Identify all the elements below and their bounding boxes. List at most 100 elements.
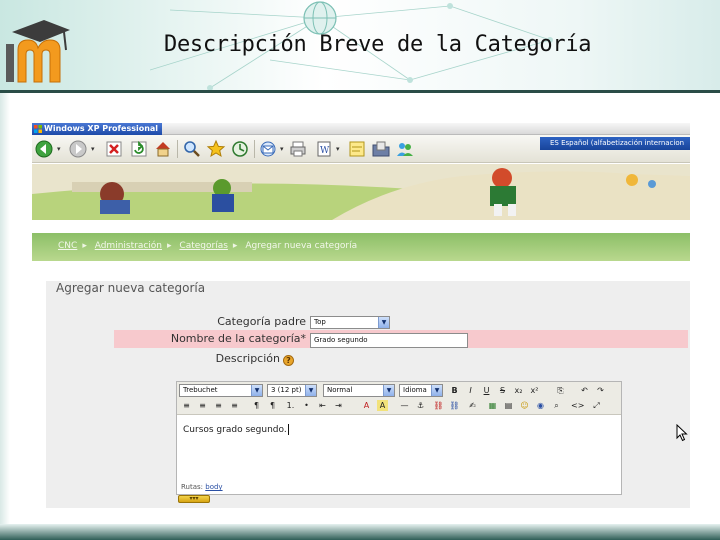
print-icon[interactable] bbox=[288, 139, 308, 159]
font-family-value: Trebuchet bbox=[183, 386, 218, 394]
folder-icon[interactable] bbox=[371, 139, 391, 159]
editor-path-label: Rutas: bbox=[181, 483, 204, 491]
windows-icon bbox=[34, 125, 42, 133]
special-char-button[interactable]: ◉ bbox=[535, 400, 546, 411]
outdent-button[interactable]: ⇤ bbox=[317, 400, 328, 411]
editor-path: Rutas: body bbox=[181, 483, 223, 491]
search-icon[interactable] bbox=[182, 139, 202, 159]
find-replace-button[interactable]: ⌕ bbox=[551, 400, 562, 411]
header-rule bbox=[0, 90, 720, 93]
redo-button[interactable]: ↷ bbox=[595, 385, 606, 396]
form-heading: Agregar nueva categoría bbox=[56, 281, 206, 295]
rtl-button[interactable]: ¶ bbox=[267, 400, 278, 411]
indent-button[interactable]: ⇥ bbox=[333, 400, 344, 411]
edit-icon[interactable]: W bbox=[314, 139, 334, 159]
mouse-pointer-icon bbox=[676, 424, 688, 442]
category-name-label: Nombre de la categoría* bbox=[170, 332, 306, 345]
editor-resize-handle[interactable]: ▾▾▾ bbox=[178, 495, 210, 503]
moodle-logo bbox=[6, 20, 70, 83]
justify-button[interactable]: ≡ bbox=[229, 400, 240, 411]
align-left-button[interactable]: ≡ bbox=[181, 400, 192, 411]
ltr-button[interactable]: ¶ bbox=[251, 400, 262, 411]
vm-tab[interactable]: Windows XP Professional (2) bbox=[32, 123, 162, 145]
browser-screenshot: Windows XP Professional (2) ▾ ▾ bbox=[32, 123, 690, 508]
browser-toolbar: ▾ ▾ ▾ W ▾ ES Español (alfabetización int… bbox=[32, 135, 690, 163]
edit-dropdown-icon[interactable]: ▾ bbox=[336, 146, 342, 153]
chevron-down-icon: ▼ bbox=[383, 385, 394, 396]
site-banner-illustration bbox=[32, 164, 690, 220]
underline-button[interactable]: U bbox=[481, 385, 492, 396]
chevron-down-icon: ▼ bbox=[431, 385, 442, 396]
toolbar-separator bbox=[254, 140, 255, 158]
favorites-icon[interactable] bbox=[206, 139, 226, 159]
editor-content-text: Cursos grado segundo. bbox=[183, 425, 287, 435]
insert-link-button[interactable]: ⛓ bbox=[433, 400, 444, 411]
unlink-button[interactable]: ⛓ bbox=[449, 400, 460, 411]
horizontal-rule-button[interactable]: — bbox=[399, 400, 410, 411]
back-icon[interactable] bbox=[34, 139, 54, 159]
svg-text:W: W bbox=[320, 146, 330, 156]
undo-button[interactable]: ↶ bbox=[579, 385, 590, 396]
messenger-icon[interactable] bbox=[395, 139, 415, 159]
forward-icon[interactable] bbox=[68, 139, 88, 159]
paragraph-style-select[interactable]: Normal ▼ bbox=[323, 384, 395, 397]
clean-word-button[interactable]: ⎘ bbox=[555, 385, 566, 396]
forward-dropdown-icon[interactable]: ▾ bbox=[91, 146, 97, 153]
toolbar-separator bbox=[177, 140, 178, 158]
slide-title: Descripción Breve de la Categoría bbox=[164, 32, 592, 57]
discuss-icon[interactable] bbox=[347, 139, 367, 159]
breadcrumb-item-home[interactable]: CNC bbox=[58, 241, 77, 251]
parent-category-select[interactable]: Top ▼ bbox=[310, 316, 390, 329]
editor-toolbar: Trebuchet ▼ 3 (12 pt) ▼ Normal ▼ Idioma … bbox=[177, 382, 621, 415]
category-name-input[interactable]: Grado segundo bbox=[310, 333, 468, 348]
nolink-button[interactable]: ✍ bbox=[467, 400, 478, 411]
paragraph-style-value: Normal bbox=[327, 386, 353, 394]
strikethrough-button[interactable]: S bbox=[497, 385, 508, 396]
bold-button[interactable]: B bbox=[449, 385, 460, 396]
editor-path-tag[interactable]: body bbox=[205, 483, 222, 491]
html-editor: Trebuchet ▼ 3 (12 pt) ▼ Normal ▼ Idioma … bbox=[176, 381, 622, 495]
subscript-button[interactable]: x₂ bbox=[513, 385, 524, 396]
breadcrumb-item-current: Agregar nueva categoría bbox=[245, 241, 358, 251]
text-caret bbox=[287, 424, 289, 435]
superscript-button[interactable]: x² bbox=[529, 385, 540, 396]
language-select[interactable]: Idioma ▼ bbox=[399, 384, 443, 397]
mail-dropdown-icon[interactable]: ▾ bbox=[280, 146, 286, 153]
parent-category-label: Categoría padre bbox=[217, 315, 306, 328]
italic-button[interactable]: I bbox=[465, 385, 476, 396]
home-icon[interactable] bbox=[153, 139, 173, 159]
refresh-icon[interactable] bbox=[129, 139, 149, 159]
language-bar[interactable]: ES Español (alfabetización internacion bbox=[540, 137, 690, 150]
text-color-button[interactable]: A bbox=[361, 400, 372, 411]
insert-table-button[interactable]: ▤ bbox=[503, 400, 514, 411]
help-icon[interactable]: ? bbox=[283, 355, 294, 366]
breadcrumb-item-admin[interactable]: Administración bbox=[95, 241, 162, 251]
editor-content-area[interactable]: Cursos grado segundo. bbox=[183, 424, 289, 435]
html-source-button[interactable]: <> bbox=[571, 400, 584, 411]
back-dropdown-icon[interactable]: ▾ bbox=[57, 146, 63, 153]
chevron-down-icon: ▼ bbox=[378, 317, 389, 328]
mail-icon[interactable] bbox=[258, 139, 278, 159]
language-value: Idioma bbox=[403, 386, 427, 394]
font-size-select[interactable]: 3 (12 pt) ▼ bbox=[267, 384, 317, 397]
history-icon[interactable] bbox=[230, 139, 250, 159]
unordered-list-button[interactable]: • bbox=[301, 400, 312, 411]
insert-image-button[interactable]: ▦ bbox=[487, 400, 498, 411]
chevron-down-icon: ▼ bbox=[251, 385, 262, 396]
align-center-button[interactable]: ≡ bbox=[197, 400, 208, 411]
breadcrumb-item-categories[interactable]: Categorías bbox=[179, 241, 228, 251]
align-right-button[interactable]: ≡ bbox=[213, 400, 224, 411]
breadcrumb: CNC ▸ Administración ▸ Categorías ▸ Agregar… bbox=[58, 241, 358, 251]
bottom-decor-band bbox=[0, 524, 720, 540]
stop-icon[interactable] bbox=[104, 139, 124, 159]
ordered-list-button[interactable]: 1. bbox=[285, 400, 296, 411]
insert-smiley-button[interactable]: ☺ bbox=[519, 400, 530, 411]
font-family-select[interactable]: Trebuchet ▼ bbox=[179, 384, 263, 397]
fullscreen-button[interactable]: ⤢ bbox=[591, 400, 602, 411]
font-size-value: 3 (12 pt) bbox=[271, 386, 302, 394]
breadcrumb-bar: CNC ▸ Administración ▸ Categorías ▸ Agregar… bbox=[32, 233, 690, 261]
highlight-color-button[interactable]: A bbox=[377, 400, 388, 411]
anchor-button[interactable]: ⚓ bbox=[415, 400, 426, 411]
vm-titlebar: Windows XP Professional (2) bbox=[32, 123, 690, 145]
left-decor-band bbox=[0, 93, 10, 540]
